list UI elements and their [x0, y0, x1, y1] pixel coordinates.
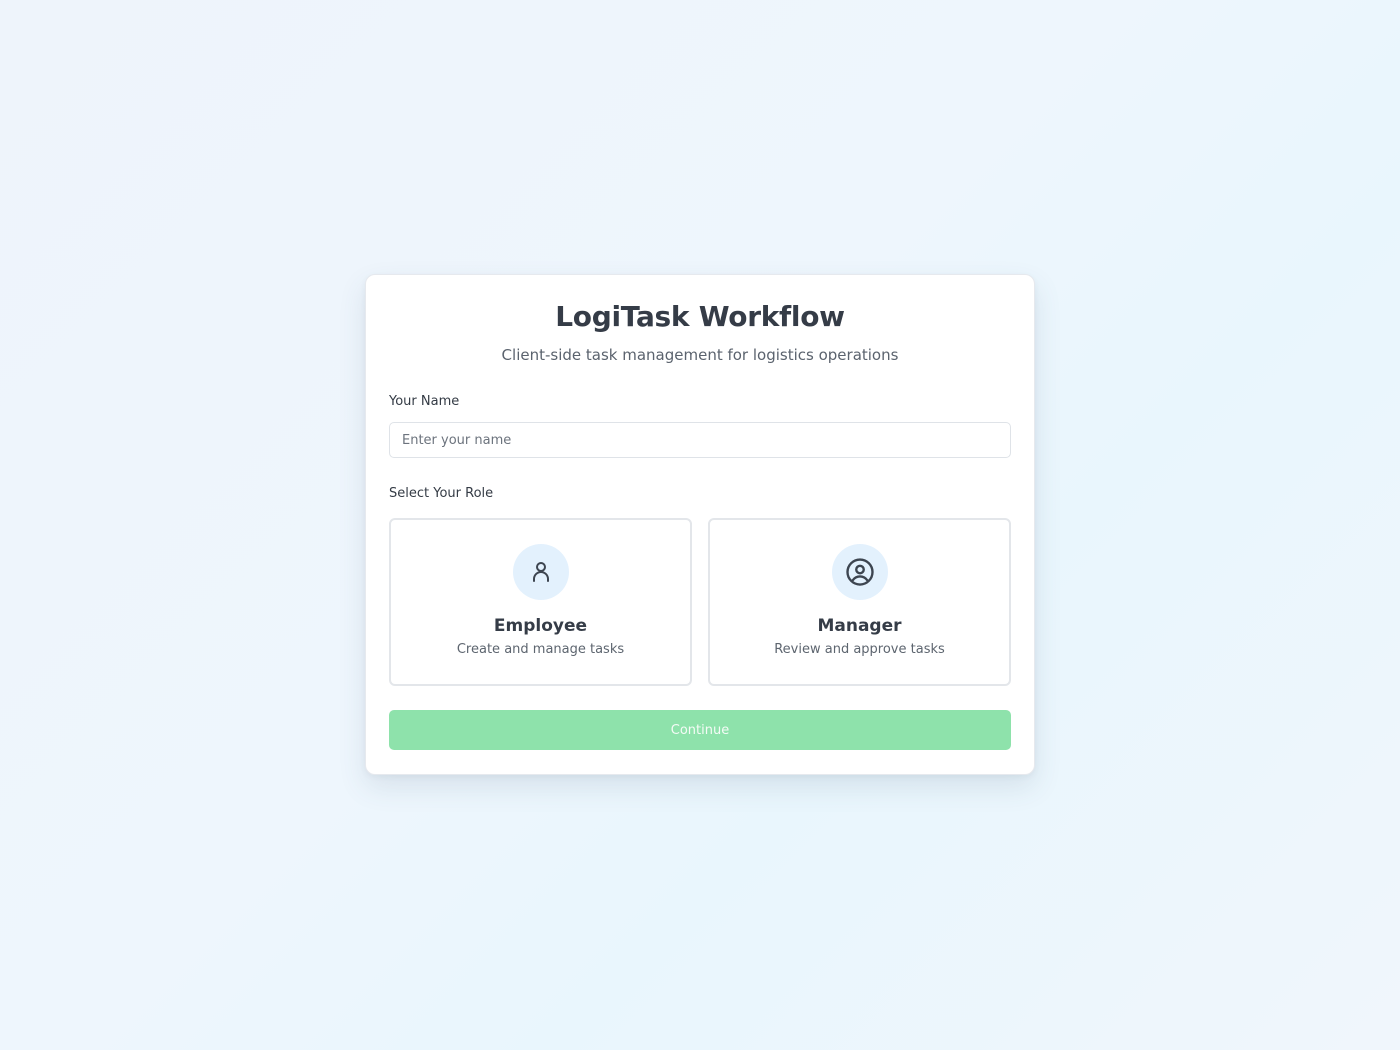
- continue-button[interactable]: Continue: [389, 710, 1011, 750]
- role-title-manager: Manager: [817, 616, 902, 636]
- name-input[interactable]: [389, 422, 1011, 458]
- page-title: LogiTask Workflow: [555, 300, 845, 333]
- page-subtitle: Client-side task management for logistic…: [501, 346, 899, 364]
- role-description-manager: Review and approve tasks: [774, 642, 945, 657]
- role-section-label: Select Your Role: [389, 486, 494, 501]
- role-options: Employee Create and manage tasks Manager…: [389, 518, 1011, 686]
- user-circle-icon: [831, 544, 888, 600]
- user-icon: [512, 544, 569, 600]
- role-description-employee: Create and manage tasks: [456, 642, 625, 657]
- login-card: LogiTask Workflow Client-side task manag…: [365, 274, 1035, 775]
- role-title-employee: Employee: [493, 616, 588, 636]
- role-option-employee[interactable]: Employee Create and manage tasks: [389, 518, 692, 686]
- role-option-manager[interactable]: Manager Review and approve tasks: [708, 518, 1011, 686]
- name-field-label: Your Name: [389, 394, 460, 409]
